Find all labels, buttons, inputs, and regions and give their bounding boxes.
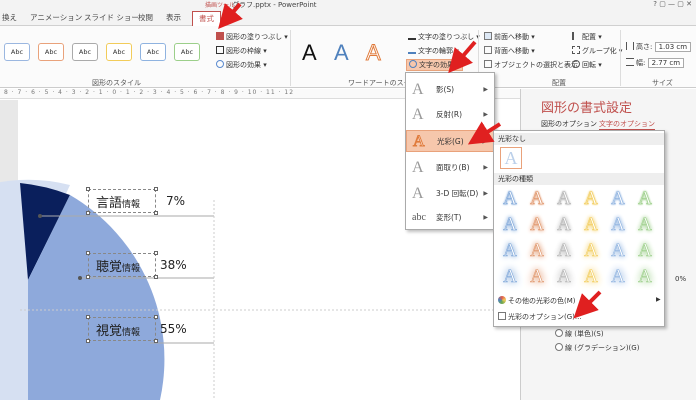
arrow-to-format-tab [218, 2, 243, 30]
arrow-to-glow [467, 121, 502, 145]
arrow-to-text-effects [448, 40, 477, 74]
annotation-arrows [218, 2, 602, 319]
arrow-to-glow-options [573, 290, 602, 319]
